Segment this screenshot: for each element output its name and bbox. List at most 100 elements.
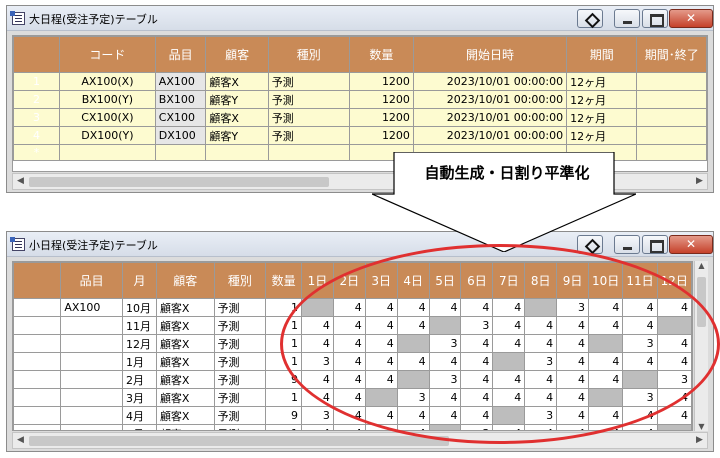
type-cell[interactable]: 予測 [267, 108, 350, 127]
day-cell[interactable]: 4 [588, 316, 624, 335]
day-cell[interactable]: 4 [556, 406, 590, 425]
day-cell[interactable]: 4 [460, 370, 494, 389]
scroll-thumb[interactable] [29, 436, 449, 446]
day-cell[interactable]: 4 [622, 298, 658, 317]
row-number[interactable]: 2 [13, 90, 61, 109]
day-cell[interactable]: 4 [332, 406, 366, 425]
item-cell[interactable]: CX100 [154, 108, 207, 127]
scroll-right-icon[interactable]: ▶ [692, 174, 707, 189]
day-cell[interactable]: 4 [492, 424, 526, 430]
day-cell[interactable]: 4 [332, 334, 366, 353]
day-cell[interactable]: 3 [556, 298, 590, 317]
table-row[interactable]: 1 AX100(X) AX100 顧客X 予測 1200 2023/10/01 00:00:… [13, 72, 707, 91]
start-datetime-cell[interactable]: 2023/10/01 00:00:00 [412, 72, 568, 91]
day-cell[interactable]: 4 [656, 352, 692, 371]
period-end-cell[interactable] [636, 126, 707, 145]
quantity-cell[interactable]: 9 [265, 406, 303, 425]
day-cell[interactable]: 3 [396, 388, 430, 407]
row-number[interactable]: 1 [13, 298, 62, 317]
quantity-cell[interactable]: 1200 [348, 90, 414, 109]
table-row[interactable]: 7 4月 顧客X 予測 9 3 4 4 4 4 4 3 4 4 4 4 [13, 406, 692, 425]
day-cell[interactable]: 4 [492, 316, 526, 335]
customer-cell[interactable]: 顧客X [205, 72, 269, 91]
item-cell[interactable]: AX100 [154, 72, 207, 91]
day-cell[interactable] [492, 406, 526, 425]
day-cell[interactable] [656, 316, 692, 335]
quantity-cell[interactable]: 1200 [348, 126, 414, 145]
column-header[interactable]: 数量 [265, 262, 303, 299]
day-cell[interactable]: 4 [301, 370, 334, 389]
day-cell[interactable]: 4 [460, 298, 494, 317]
row-selector-header[interactable] [13, 36, 61, 73]
day-cell[interactable]: 4 [460, 352, 494, 371]
type-cell[interactable]: 予測 [213, 298, 267, 317]
item-cell[interactable] [60, 316, 123, 335]
item-cell[interactable] [60, 388, 123, 407]
day-cell[interactable]: 4 [301, 334, 334, 353]
day-cell[interactable]: 4 [428, 298, 462, 317]
day-cell[interactable]: 4 [524, 388, 558, 407]
column-header[interactable]: 種別 [267, 36, 350, 73]
column-header[interactable]: 10日 [588, 262, 624, 299]
maximize-button[interactable] [642, 235, 668, 254]
scroll-left-icon[interactable]: ◀ [13, 433, 28, 448]
type-cell[interactable]: 予測 [213, 316, 267, 335]
quantity-cell[interactable]: 1 [265, 388, 303, 407]
day-cell[interactable]: 4 [556, 316, 590, 335]
table-row[interactable]: 4 1月 顧客X 予測 1 3 4 4 4 4 4 3 4 4 4 4 [13, 352, 692, 371]
column-header[interactable]: 顧客 [205, 36, 269, 73]
month-cell[interactable]: 11月 [121, 316, 157, 335]
period-end-cell[interactable] [636, 90, 707, 109]
day-cell[interactable]: 4 [524, 370, 558, 389]
table-row[interactable]: 4 DX100(Y) DX100 顧客Y 予測 1200 2023/10/01 00:00:… [13, 126, 707, 145]
period-cell[interactable]: 12ヶ月 [566, 90, 638, 109]
column-header[interactable]: 5日 [428, 262, 462, 299]
day-cell[interactable]: 4 [396, 352, 430, 371]
customer-cell[interactable]: 顧客Y [205, 126, 269, 145]
day-cell[interactable]: 4 [588, 298, 624, 317]
title-bar[interactable]: 大日程(受注予定)テーブル [7, 6, 713, 31]
day-cell[interactable]: 4 [656, 298, 692, 317]
horizontal-scrollbar[interactable]: ◀ ▶ [12, 432, 708, 449]
start-datetime-cell[interactable]: 2023/10/01 00:00:00 [412, 126, 568, 145]
item-cell[interactable] [60, 370, 123, 389]
row-number[interactable]: 3 [13, 334, 62, 353]
day-cell[interactable]: 3 [656, 370, 692, 389]
period-cell[interactable]: 12ヶ月 [566, 108, 638, 127]
month-cell[interactable]: 10月 [121, 298, 157, 317]
column-header[interactable]: 12日 [656, 262, 692, 299]
close-button[interactable] [669, 9, 713, 28]
day-cell[interactable]: 3 [460, 316, 494, 335]
maximize-button[interactable] [642, 9, 668, 28]
column-header[interactable]: 4日 [396, 262, 430, 299]
item-cell[interactable] [60, 424, 123, 430]
quantity-cell[interactable]: 1 [265, 352, 303, 371]
day-cell[interactable]: 3 [622, 334, 658, 353]
row-number[interactable]: 3 [13, 108, 61, 127]
table-row[interactable]: 3 CX100(X) CX100 顧客X 予測 1200 2023/10/01 00:00:… [13, 108, 707, 127]
column-header[interactable]: 2日 [332, 262, 366, 299]
day-cell[interactable]: 4 [492, 334, 526, 353]
item-cell[interactable] [60, 352, 123, 371]
column-header[interactable]: 種別 [213, 262, 267, 299]
column-header[interactable]: 3日 [364, 262, 398, 299]
day-cell[interactable]: 4 [364, 370, 398, 389]
scroll-thumb[interactable] [697, 277, 706, 327]
day-cell[interactable]: 4 [364, 406, 398, 425]
column-header[interactable]: 1日 [301, 262, 334, 299]
day-cell[interactable]: 3 [428, 370, 462, 389]
day-cell[interactable]: 4 [396, 424, 430, 430]
day-cell[interactable]: 4 [588, 370, 624, 389]
day-cell[interactable]: 4 [588, 406, 624, 425]
day-cell[interactable]: 3 [524, 406, 558, 425]
row-number[interactable]: 1 [13, 72, 61, 91]
column-header[interactable]: 7日 [492, 262, 526, 299]
day-cell[interactable]: 4 [622, 316, 658, 335]
quantity-cell[interactable]: 1 [265, 334, 303, 353]
code-cell[interactable]: DX100(Y) [59, 126, 156, 145]
day-cell[interactable] [588, 388, 624, 407]
day-cell[interactable]: 3 [524, 352, 558, 371]
column-header[interactable]: 品目 [60, 262, 123, 299]
day-cell[interactable]: 4 [364, 298, 398, 317]
empty-cell[interactable] [59, 144, 156, 161]
